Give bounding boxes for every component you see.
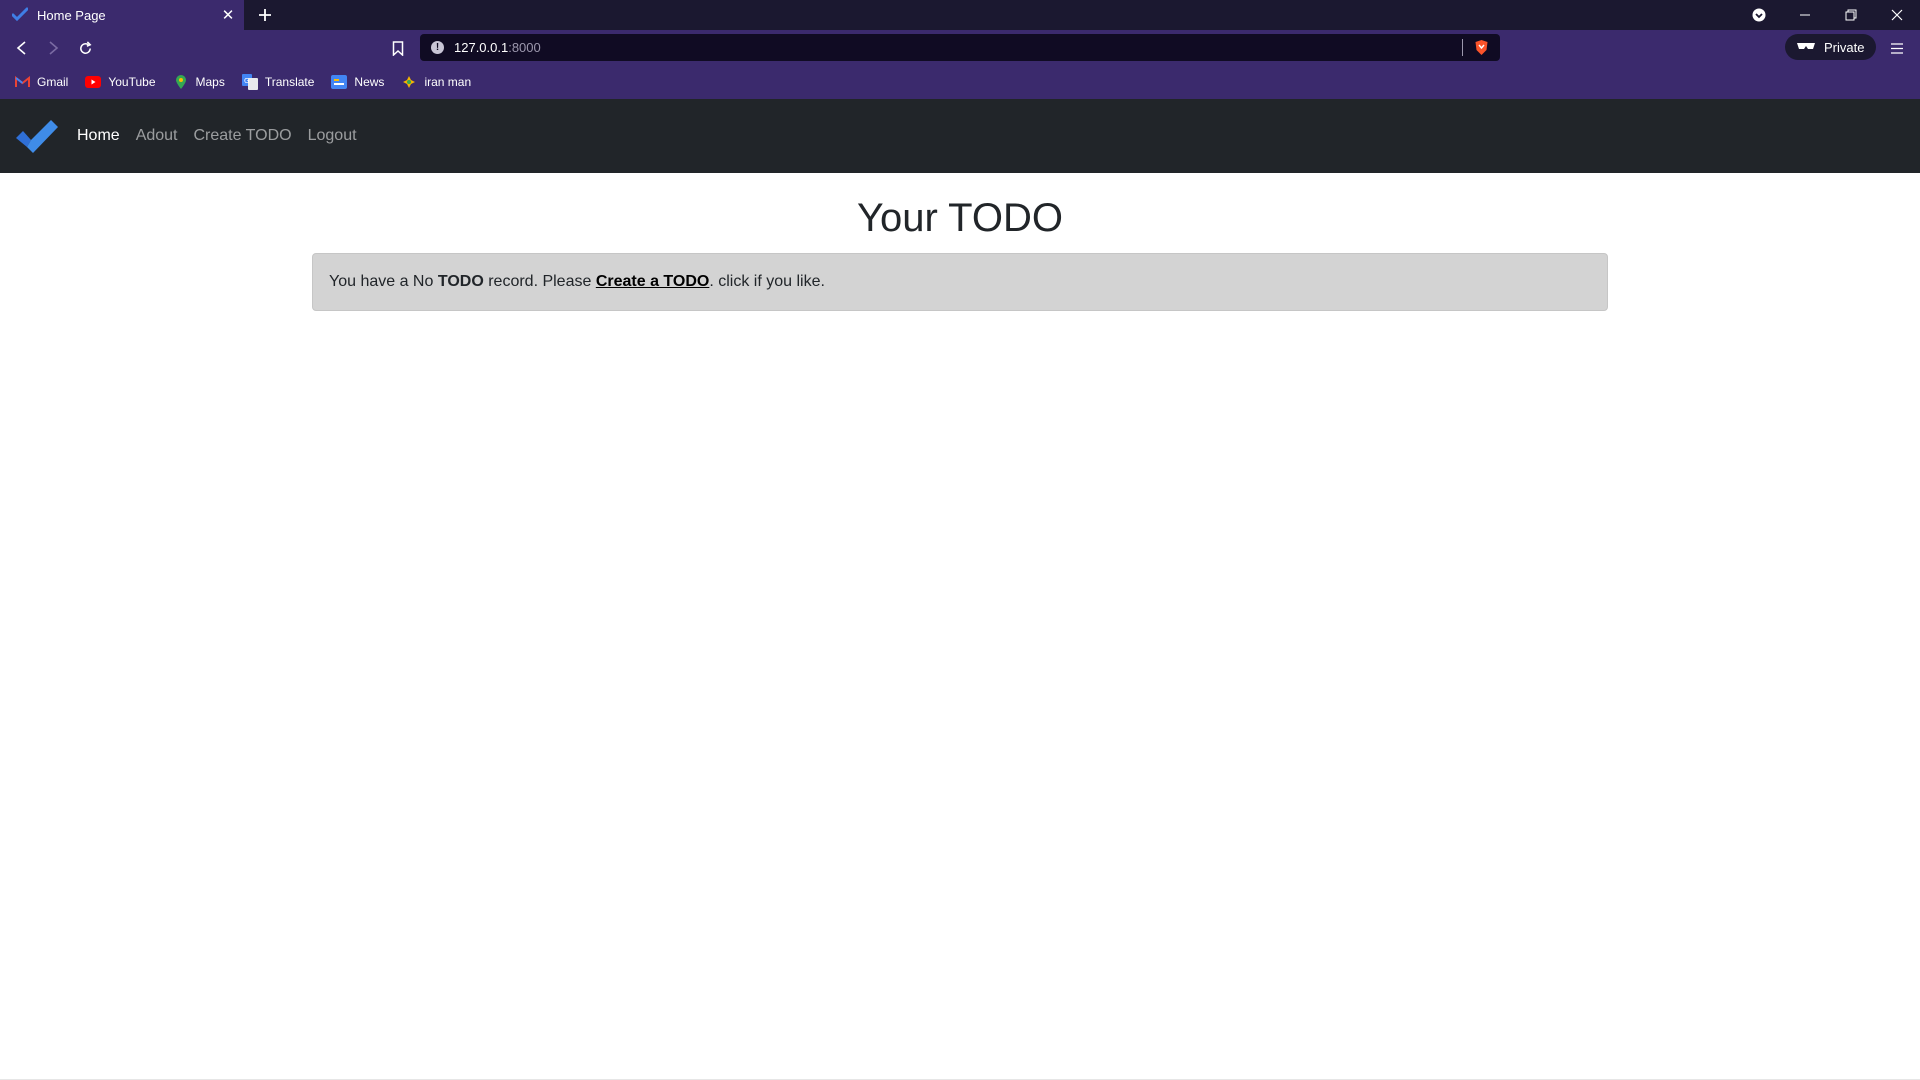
nav-link-create-todo[interactable]: Create TODO <box>186 124 300 148</box>
alert-bold-todo: TODO <box>437 273 484 290</box>
browser-tab-active[interactable]: Home Page ✕ <box>0 0 244 30</box>
alert-text-middle: record. Please <box>483 273 596 290</box>
youtube-icon <box>85 74 102 90</box>
hamburger-menu-icon[interactable] <box>1886 37 1908 59</box>
address-url: 127.0.0.1:8000 <box>454 40 541 55</box>
close-window-icon[interactable] <box>1874 0 1920 30</box>
reload-icon[interactable] <box>74 37 96 59</box>
translate-icon: G <box>241 74 258 90</box>
maps-icon <box>173 74 189 90</box>
tab-strip: Home Page ✕ <box>0 0 1920 30</box>
bookmark-gmail[interactable]: Gmail <box>14 70 68 94</box>
address-separator <box>1462 39 1463 56</box>
bookmark-favicon <box>401 74 417 90</box>
tab-close-icon[interactable]: ✕ <box>218 5 238 25</box>
tab-title: Home Page <box>37 7 106 23</box>
back-icon[interactable] <box>11 37 33 59</box>
private-glasses-icon <box>1796 38 1816 56</box>
minimize-icon[interactable] <box>1782 0 1828 30</box>
nav-link-logout[interactable]: Logout <box>300 124 365 148</box>
todo-favicon-icon <box>12 7 28 23</box>
bookmark-iran-man[interactable]: iran man <box>401 70 471 94</box>
site-info-icon[interactable]: ! <box>431 41 444 54</box>
bookmark-label: Gmail <box>37 75 69 89</box>
bookmark-page-icon[interactable] <box>387 37 409 59</box>
nav-link-about[interactable]: Adout <box>128 124 186 148</box>
forward-icon[interactable] <box>42 37 64 59</box>
create-todo-link[interactable]: Create a TODO <box>596 273 710 291</box>
page-title: Your TODO <box>856 196 1064 240</box>
empty-todo-alert: You have a No TODO record. Please Create… <box>312 253 1608 311</box>
brave-shield-icon[interactable] <box>1473 39 1490 56</box>
bookmark-label: YouTube <box>108 75 156 89</box>
bookmark-label: News <box>354 75 385 89</box>
alert-text-intro: You have a No <box>329 273 438 290</box>
restore-icon[interactable] <box>1828 0 1874 30</box>
news-icon <box>331 74 348 90</box>
private-label: Private <box>1824 39 1865 55</box>
bookmark-news[interactable]: News <box>331 70 384 94</box>
url-port: :8000 <box>508 40 541 55</box>
todo-logo-icon[interactable] <box>13 116 59 156</box>
nav-link-home[interactable]: Home <box>69 124 128 148</box>
bookmark-maps[interactable]: Maps <box>173 70 225 94</box>
tab-search-icon[interactable] <box>1736 0 1782 30</box>
url-host: 127.0.0.1 <box>454 40 509 55</box>
gmail-icon <box>14 74 30 90</box>
svg-text:G: G <box>244 77 249 85</box>
new-tab-icon[interactable] <box>254 4 276 26</box>
private-window-badge[interactable]: Private <box>1785 34 1876 60</box>
bookmark-label: Translate <box>264 75 315 89</box>
site-navbar: Home Adout Create TODO Logout <box>0 99 1920 173</box>
bookmark-youtube[interactable]: YouTube <box>85 70 156 94</box>
bookmark-label: iran man <box>424 75 472 89</box>
nav-links: Home Adout Create TODO Logout <box>69 124 365 148</box>
window-controls <box>1736 0 1920 30</box>
address-bar[interactable]: ! 127.0.0.1:8000 <box>420 34 1500 61</box>
bookmark-translate[interactable]: G Translate <box>241 70 315 94</box>
bookmark-label: Maps <box>195 75 225 89</box>
alert-text-end: . click if you like. <box>709 273 825 290</box>
browser-toolbar: ! 127.0.0.1:8000 Private <box>0 30 1920 65</box>
bookmarks-bar: Gmail YouTube Maps G Translate News iran… <box>0 65 1920 99</box>
